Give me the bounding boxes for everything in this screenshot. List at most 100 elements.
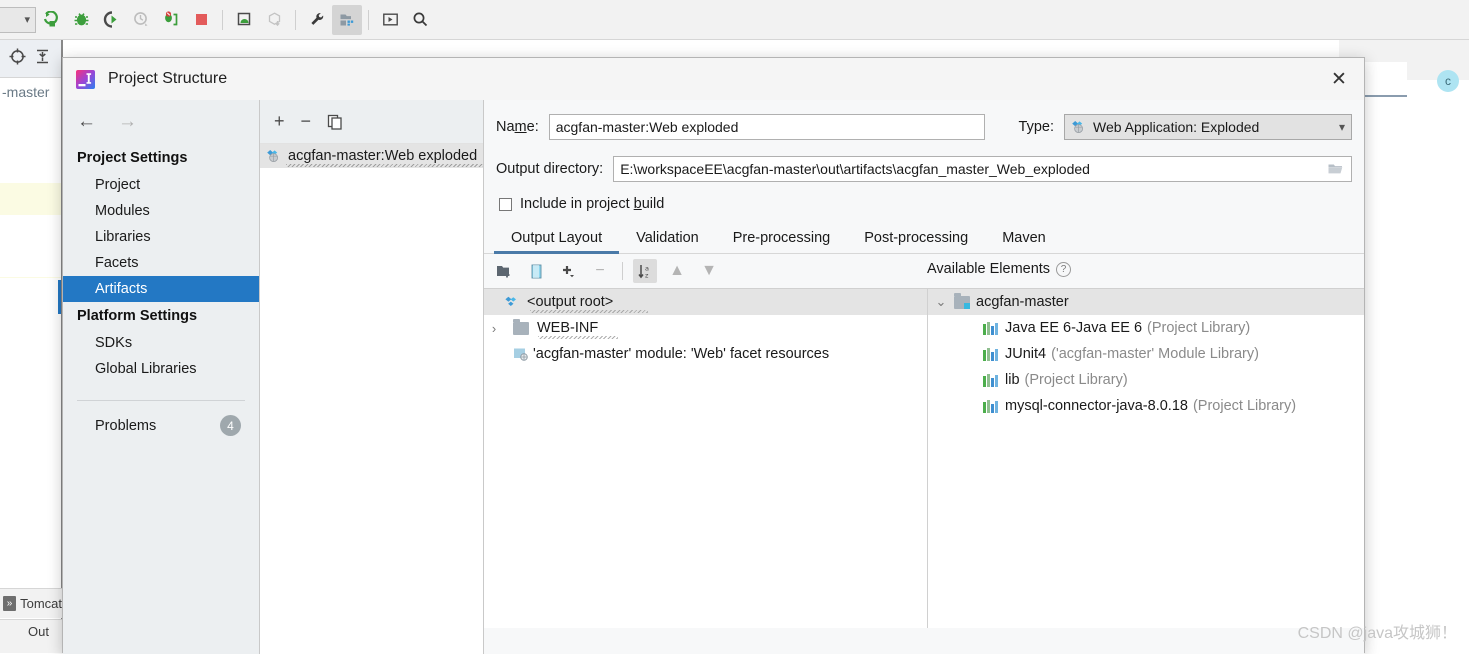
debug-icon[interactable] — [66, 5, 96, 35]
tab-maven[interactable]: Maven — [985, 226, 1063, 253]
toolbar-divider — [295, 10, 296, 30]
tomcat-label: Tomcat — [20, 596, 62, 611]
artifact-type-value: Web Application: Exploded — [1093, 119, 1259, 135]
sidebar-item-facets[interactable]: Facets — [63, 250, 259, 276]
intellij-idea-logo-icon — [75, 69, 96, 90]
add-artifact-button[interactable]: + — [274, 111, 285, 132]
output-directory-label: Output directory: — [496, 161, 603, 177]
copy-artifact-button[interactable] — [327, 114, 343, 130]
profile-icon[interactable] — [126, 5, 156, 35]
include-in-build-label: Include in project build — [520, 196, 664, 212]
tab-validation[interactable]: Validation — [619, 226, 716, 253]
tab-post-processing[interactable]: Post-processing — [847, 226, 985, 253]
close-icon[interactable]: ✕ — [1314, 58, 1364, 100]
tree-row[interactable]: ⌄ acgfan-master — [928, 289, 1364, 315]
available-elements-label: Available Elements — [927, 261, 1050, 277]
output-layout-toolbar: − az ▲ ▼ Available Elements ? — [484, 254, 1364, 288]
folder-open-icon[interactable] — [1325, 160, 1347, 179]
ide-editor-area — [0, 40, 62, 653]
tree-row[interactable]: mysql-connector-java-8.0.18 (Project Lib… — [928, 393, 1364, 419]
forward-arrow-icon[interactable]: → — [118, 111, 137, 133]
dialog-titlebar: Project Structure ✕ — [63, 58, 1364, 100]
avatar[interactable]: c — [1437, 70, 1459, 92]
sdk-download-icon[interactable] — [259, 5, 289, 35]
tree-row[interactable]: <output root> — [484, 289, 927, 315]
output-directory-input[interactable]: E:\workspaceEE\acgfan-master\out\artifac… — [613, 156, 1352, 182]
sidebar-item-artifacts[interactable]: Artifacts — [63, 276, 259, 302]
error-squiggle — [286, 164, 483, 167]
tree-row-label: <output root> — [527, 294, 613, 310]
tree-row-note: ('acgfan-master' Module Library) — [1051, 346, 1259, 362]
tree-row-label: mysql-connector-java-8.0.18 — [1005, 398, 1188, 414]
type-label: Type: — [1019, 119, 1054, 135]
artifact-type-dropdown[interactable]: Web Application: Exploded ▾ — [1064, 114, 1352, 140]
tree-row[interactable]: 'acgfan-master' module: 'Web' facet reso… — [484, 341, 927, 367]
tab-pre-processing[interactable]: Pre-processing — [716, 226, 848, 253]
sidebar-item-project[interactable]: Project — [63, 172, 259, 198]
tomcat-tool-button[interactable]: » Tomcat — [0, 588, 62, 618]
settings-wrench-icon[interactable] — [302, 5, 332, 35]
sidebar-item-libraries[interactable]: Libraries — [63, 224, 259, 250]
problems-label: Problems — [95, 418, 156, 434]
move-down-icon[interactable]: ▼ — [697, 259, 721, 283]
tree-row[interactable]: › WEB-INF — [484, 315, 927, 341]
facet-resource-icon — [513, 347, 530, 361]
sidebar-item-problems[interactable]: Problems 4 — [63, 401, 259, 436]
sidebar-navigation: ← → — [63, 100, 259, 144]
sidebar-group-platform-settings: Platform Settings — [63, 302, 259, 330]
move-up-icon[interactable]: ▲ — [665, 259, 689, 283]
add-directory-icon[interactable] — [492, 259, 516, 283]
chevron-right-icon[interactable]: › — [484, 321, 504, 336]
run-configuration-selector[interactable]: ▾ — [0, 7, 36, 33]
add-copy-icon[interactable] — [556, 259, 580, 283]
tree-row[interactable]: JUnit4 ('acgfan-master' Module Library) — [928, 341, 1364, 367]
run-with-coverage-icon[interactable] — [96, 5, 126, 35]
stop-icon[interactable] — [186, 5, 216, 35]
list-item-label: acgfan-master:Web exploded — [288, 148, 477, 164]
include-in-build-checkbox[interactable] — [499, 198, 512, 211]
collapse-all-icon[interactable] — [33, 47, 52, 71]
module-folder-icon — [954, 296, 970, 309]
remove-artifact-button[interactable]: − — [301, 111, 312, 132]
sidebar-group-project-settings: Project Settings — [63, 144, 259, 172]
tree-row-label: Java EE 6-Java EE 6 — [1005, 320, 1142, 336]
svg-text:z: z — [645, 271, 649, 279]
include-in-build-row[interactable]: Include in project build — [484, 182, 1364, 212]
avd-manager-icon[interactable] — [229, 5, 259, 35]
output-tab-label[interactable]: Out — [28, 624, 49, 639]
library-icon — [983, 374, 998, 387]
list-item[interactable]: acgfan-master:Web exploded — [260, 144, 483, 168]
sidebar-item-global-libraries[interactable]: Global Libraries — [63, 356, 259, 382]
ide-breadcrumb: -master — [0, 84, 62, 106]
tomcat-window-icon[interactable] — [375, 5, 405, 35]
chevron-down-icon: ▾ — [24, 13, 30, 26]
search-everywhere-icon[interactable] — [405, 5, 435, 35]
artifact-name-input[interactable]: acgfan-master:Web exploded — [549, 114, 985, 140]
locate-target-icon[interactable] — [8, 47, 27, 71]
tree-row-label: WEB-INF — [537, 320, 598, 336]
remove-icon[interactable]: − — [588, 259, 612, 283]
artifact-tabs: Output Layout Validation Pre-processing … — [484, 212, 1364, 254]
artifact-editor-panel: Name: acgfan-master:Web exploded Type: W… — [484, 100, 1364, 654]
sidebar-item-modules[interactable]: Modules — [63, 198, 259, 224]
artifact-icon — [504, 296, 521, 309]
output-directory-value: E:\workspaceEE\acgfan-master\out\artifac… — [620, 161, 1090, 177]
library-icon — [983, 348, 998, 361]
available-elements-tree: ⌄ acgfan-master Java EE 6-Java EE 6 (Pro… — [928, 288, 1364, 628]
project-structure-icon[interactable] — [332, 5, 362, 35]
name-row: Name: acgfan-master:Web exploded Type: W… — [484, 100, 1364, 140]
project-structure-dialog: Project Structure ✕ ← → Project Settings… — [62, 57, 1365, 653]
tab-output-layout[interactable]: Output Layout — [494, 226, 619, 253]
ide-main-toolbar: ▾ — [0, 0, 1469, 40]
tree-row[interactable]: Java EE 6-Java EE 6 (Project Library) — [928, 315, 1364, 341]
attach-debugger-icon[interactable] — [156, 5, 186, 35]
run-icon[interactable] — [36, 5, 66, 35]
tree-row[interactable]: lib (Project Library) — [928, 367, 1364, 393]
back-arrow-icon[interactable]: ← — [77, 111, 96, 133]
add-archive-icon[interactable] — [524, 259, 548, 283]
chevron-down-icon[interactable]: ⌄ — [928, 294, 954, 310]
tree-row-note: (Project Library) — [1193, 398, 1296, 414]
help-icon[interactable]: ? — [1056, 262, 1071, 277]
sort-alphabetically-icon[interactable]: az — [633, 259, 657, 283]
sidebar-item-sdks[interactable]: SDKs — [63, 330, 259, 356]
